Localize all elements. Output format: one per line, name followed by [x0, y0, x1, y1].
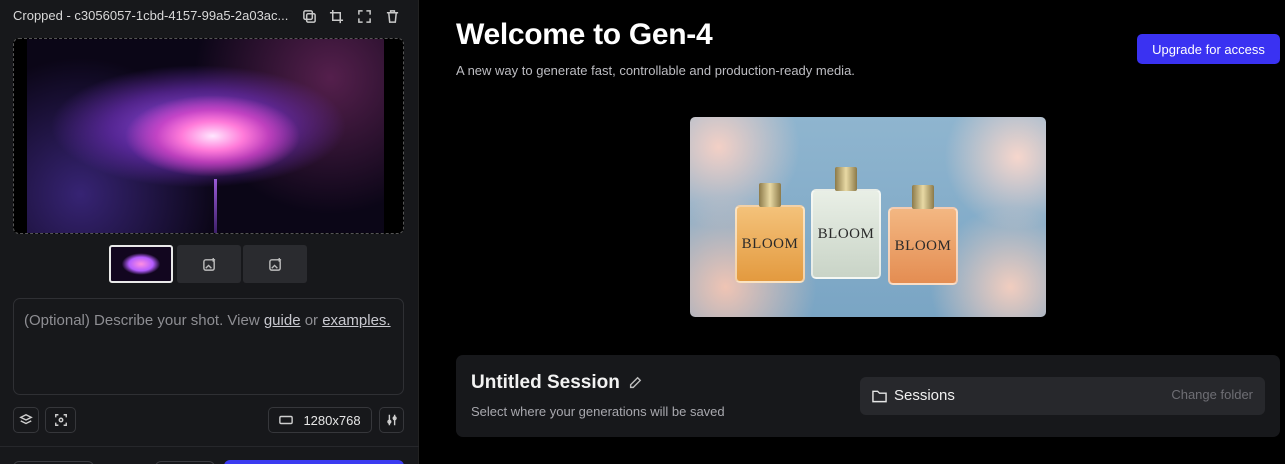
aspect-ratio-icon — [279, 415, 294, 425]
prompt-or: or — [300, 312, 323, 329]
session-title[interactable]: Untitled Session — [471, 372, 642, 394]
upgrade-button[interactable]: Upgrade for access — [1137, 34, 1280, 64]
bottle-label: BLOOM — [741, 235, 799, 252]
session-card: Untitled Session Select where your gener… — [456, 355, 1280, 437]
image-slots — [109, 245, 309, 283]
aspect-ratio-button[interactable]: 1280x768 — [268, 407, 372, 433]
bottle-label: BLOOM — [817, 225, 875, 242]
perfume-bottle: BLOOM — [735, 183, 805, 283]
prompt-placeholder: (Optional) Describe your shot. View — [24, 312, 264, 329]
resolution-label: 1280x768 — [303, 412, 361, 428]
page-subtitle: A new way to generate fast, controllable… — [456, 63, 855, 78]
session-title-text: Untitled Session — [471, 372, 620, 393]
focus-icon — [54, 414, 67, 426]
sliders-icon — [386, 414, 397, 426]
bottle-label: BLOOM — [894, 237, 952, 254]
prompt-input[interactable]: (Optional) Describe your shot. View guid… — [13, 298, 404, 395]
examples-link[interactable]: examples. — [322, 312, 390, 329]
trash-icon[interactable] — [382, 6, 402, 26]
change-folder-link[interactable]: Change folder — [1171, 387, 1253, 402]
add-image-icon — [202, 257, 215, 271]
perfume-bottle: BLOOM — [811, 167, 881, 279]
add-image-slot-3[interactable] — [243, 245, 307, 283]
folder-label: Sessions — [894, 387, 955, 404]
folder-icon — [872, 390, 887, 403]
guide-link[interactable]: guide — [264, 312, 301, 329]
page-title: Welcome to Gen-4 — [456, 18, 713, 51]
flower-stem — [214, 179, 217, 233]
file-bar: Cropped - c3056057-1cbd-4157-99a5-2a03ac… — [0, 0, 419, 34]
add-image-slot-2[interactable] — [177, 245, 241, 283]
duplicate-icon[interactable] — [299, 6, 319, 26]
pencil-icon[interactable] — [628, 376, 642, 390]
layers-icon — [19, 413, 33, 425]
perfume-bottle: BLOOM — [888, 185, 958, 285]
left-panel: Cropped - c3056057-1cbd-4157-99a5-2a03ac… — [0, 0, 419, 464]
folder-selector[interactable]: Sessions Change folder — [860, 377, 1265, 415]
generate-button[interactable] — [224, 460, 404, 464]
add-image-icon — [268, 257, 281, 271]
layers-button[interactable] — [13, 407, 39, 433]
flower-image — [27, 39, 384, 233]
image-preview[interactable] — [13, 38, 404, 234]
file-name: Cropped - c3056057-1cbd-4157-99a5-2a03ac… — [13, 8, 289, 23]
thumbnail-selected[interactable] — [109, 245, 173, 283]
session-subtitle: Select where your generations will be sa… — [471, 404, 725, 419]
settings-button[interactable] — [379, 407, 404, 433]
hero-image: BLOOM BLOOM BLOOM — [690, 117, 1046, 317]
expand-icon[interactable] — [354, 6, 374, 26]
crop-icon[interactable] — [326, 6, 346, 26]
camera-control-button[interactable] — [45, 407, 76, 433]
